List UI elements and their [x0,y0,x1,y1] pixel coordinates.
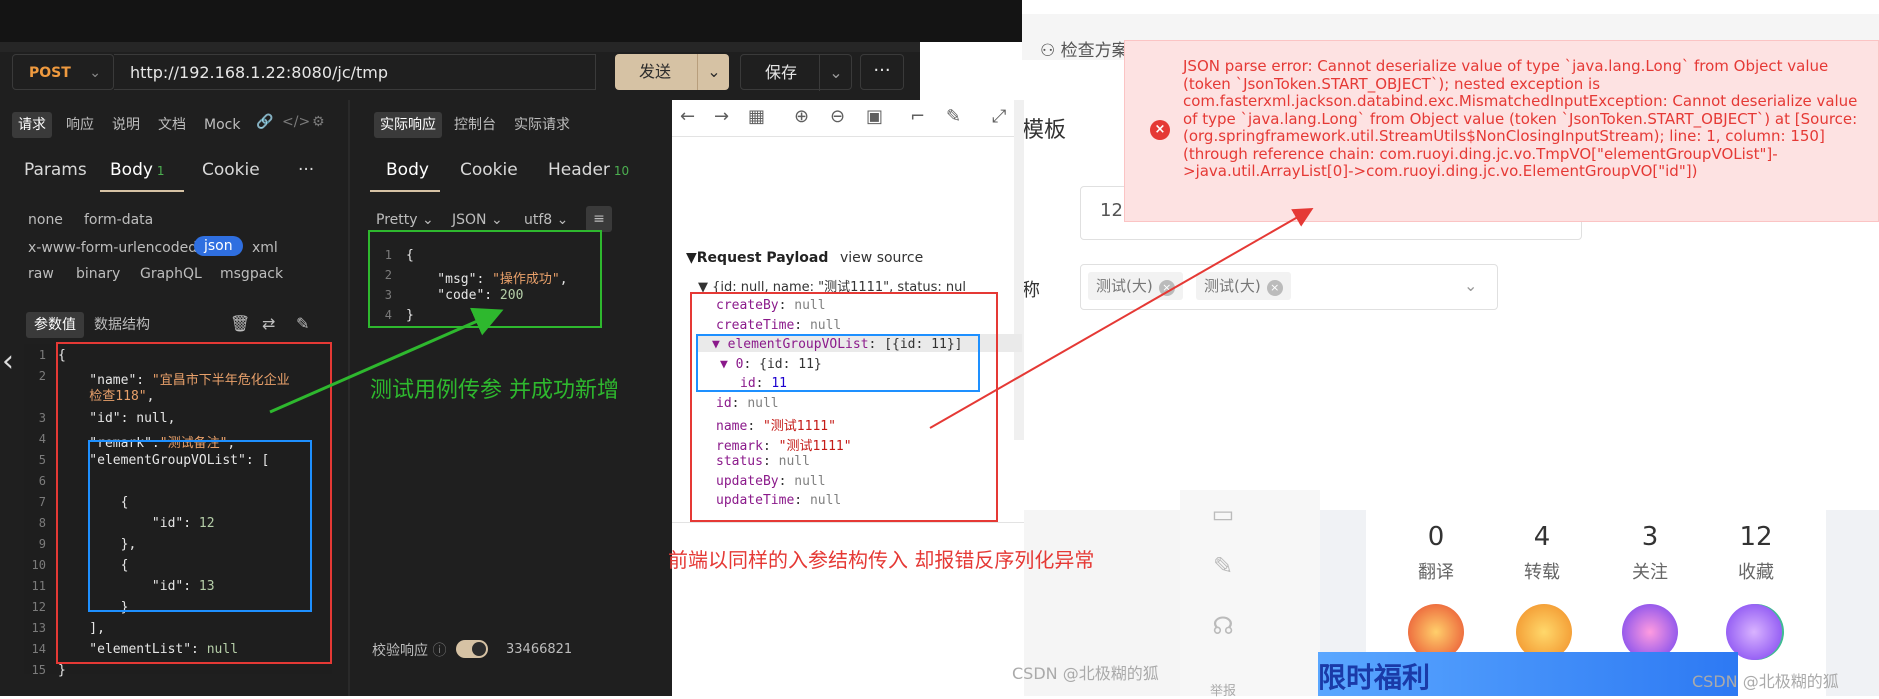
green-arrow [269,307,504,414]
annotation-arrows [269,208,1314,429]
red-arrow [929,208,1314,429]
